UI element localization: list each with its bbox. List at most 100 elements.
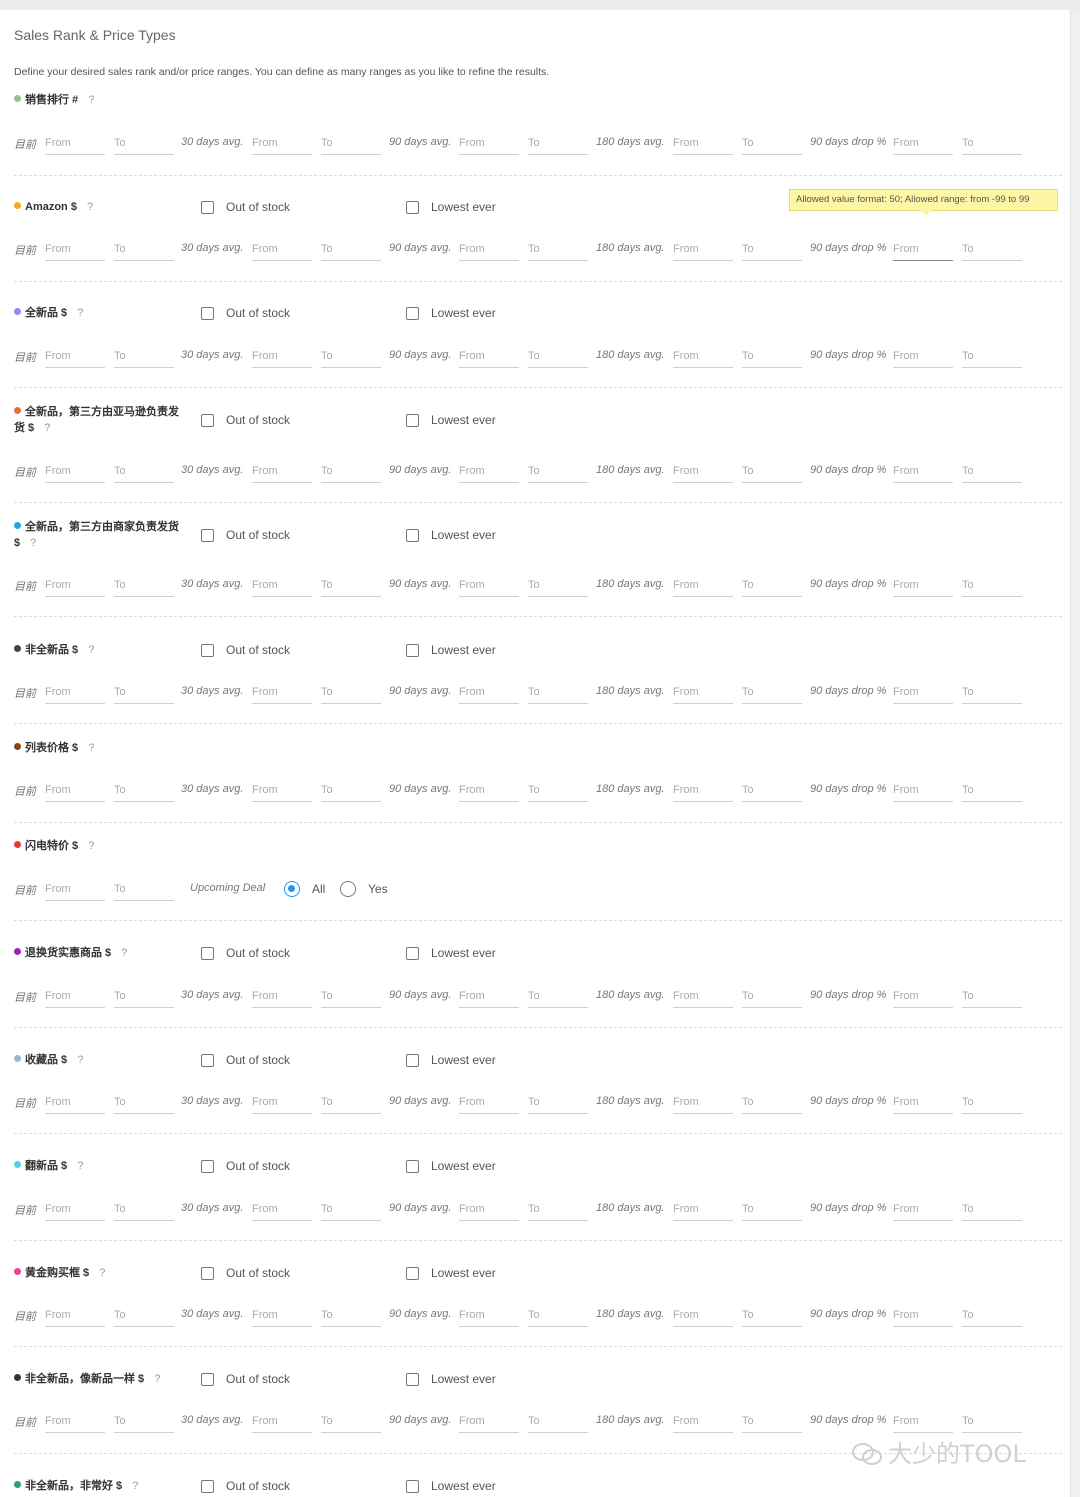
d180-from-input[interactable]: From xyxy=(673,987,733,1008)
d180-to-input[interactable]: To xyxy=(742,1200,802,1221)
current-from-input[interactable]: From xyxy=(45,1093,105,1114)
out-of-stock-checkbox[interactable]: Out of stock xyxy=(201,412,290,428)
out-of-stock-checkbox[interactable]: Out of stock xyxy=(201,305,290,321)
drop-from-input[interactable]: From xyxy=(893,576,953,597)
lowest-ever-checkbox[interactable]: Lowest ever xyxy=(406,642,496,658)
checkbox-icon[interactable] xyxy=(406,1373,419,1386)
drop-from-input[interactable]: From xyxy=(893,1412,953,1433)
checkbox-icon[interactable] xyxy=(406,529,419,542)
drop-from-input[interactable]: From xyxy=(893,987,953,1008)
help-icon[interactable]: ? xyxy=(88,94,94,106)
drop-from-input[interactable]: From xyxy=(893,683,953,704)
out-of-stock-checkbox[interactable]: Out of stock xyxy=(201,945,290,961)
out-of-stock-checkbox[interactable]: Out of stock xyxy=(201,1265,290,1281)
checkbox-icon[interactable] xyxy=(201,1054,214,1067)
help-icon[interactable]: ? xyxy=(88,644,94,656)
checkbox-icon[interactable] xyxy=(201,529,214,542)
current-from-input[interactable]: From xyxy=(45,347,105,368)
d30-to-input[interactable]: To xyxy=(321,987,381,1008)
checkbox-icon[interactable] xyxy=(406,201,419,214)
current-from-input[interactable]: From xyxy=(45,576,105,597)
current-to-input[interactable]: To xyxy=(114,1306,174,1327)
drop-to-input[interactable]: To xyxy=(962,1200,1022,1221)
d90-from-input[interactable]: From xyxy=(459,781,519,802)
d180-to-input[interactable]: To xyxy=(742,683,802,704)
lowest-ever-checkbox[interactable]: Lowest ever xyxy=(406,1371,496,1387)
current-to-input[interactable]: To xyxy=(114,134,174,155)
current-to-input[interactable]: To xyxy=(114,1412,174,1433)
d30-from-input[interactable]: From xyxy=(252,347,312,368)
drop-to-input[interactable]: To xyxy=(962,987,1022,1008)
d30-to-input[interactable]: To xyxy=(321,462,381,483)
lowest-ever-checkbox[interactable]: Lowest ever xyxy=(406,412,496,428)
d180-to-input[interactable]: To xyxy=(742,347,802,368)
checkbox-icon[interactable] xyxy=(406,644,419,657)
checkbox-icon[interactable] xyxy=(406,1267,419,1280)
d30-from-input[interactable]: From xyxy=(252,1412,312,1433)
out-of-stock-checkbox[interactable]: Out of stock xyxy=(201,1158,290,1174)
d30-to-input[interactable]: To xyxy=(321,1093,381,1114)
d180-to-input[interactable]: To xyxy=(742,1093,802,1114)
scrollbar-track[interactable] xyxy=(1071,10,1080,1497)
d180-to-input[interactable]: To xyxy=(742,134,802,155)
drop-to-input[interactable]: To xyxy=(962,576,1022,597)
d30-from-input[interactable]: From xyxy=(252,1306,312,1327)
checkbox-icon[interactable] xyxy=(406,307,419,320)
current-to-input[interactable]: To xyxy=(114,987,174,1008)
checkbox-icon[interactable] xyxy=(201,1267,214,1280)
help-icon[interactable]: ? xyxy=(77,307,83,319)
checkbox-icon[interactable] xyxy=(406,1160,419,1173)
checkbox-icon[interactable] xyxy=(201,947,214,960)
d90-from-input[interactable]: From xyxy=(459,134,519,155)
help-icon[interactable]: ? xyxy=(121,947,127,959)
d90-to-input[interactable]: To xyxy=(528,134,588,155)
d30-from-input[interactable]: From xyxy=(252,987,312,1008)
current-from-input[interactable]: From xyxy=(45,683,105,704)
out-of-stock-checkbox[interactable]: Out of stock xyxy=(201,1478,290,1494)
help-icon[interactable]: ? xyxy=(44,422,50,434)
checkbox-icon[interactable] xyxy=(406,414,419,427)
d90-to-input[interactable]: To xyxy=(528,1306,588,1327)
d90-to-input[interactable]: To xyxy=(528,987,588,1008)
d30-from-input[interactable]: From xyxy=(252,1093,312,1114)
d90-from-input[interactable]: From xyxy=(459,987,519,1008)
radio-all[interactable]: All xyxy=(284,881,325,897)
lowest-ever-checkbox[interactable]: Lowest ever xyxy=(406,1265,496,1281)
d180-from-input[interactable]: From xyxy=(673,683,733,704)
d30-to-input[interactable]: To xyxy=(321,1306,381,1327)
d90-to-input[interactable]: To xyxy=(528,1093,588,1114)
drop-from-input[interactable]: From xyxy=(893,1093,953,1114)
lowest-ever-checkbox[interactable]: Lowest ever xyxy=(406,1478,496,1494)
lowest-ever-checkbox[interactable]: Lowest ever xyxy=(406,945,496,961)
help-icon[interactable]: ? xyxy=(30,537,36,549)
out-of-stock-checkbox[interactable]: Out of stock xyxy=(201,1371,290,1387)
drop-from-input[interactable]: From xyxy=(893,781,953,802)
d90-from-input[interactable]: From xyxy=(459,1200,519,1221)
d90-to-input[interactable]: To xyxy=(528,1200,588,1221)
drop-to-input[interactable]: To xyxy=(962,1412,1022,1433)
d30-from-input[interactable]: From xyxy=(252,134,312,155)
d30-to-input[interactable]: To xyxy=(321,240,381,261)
current-to-input[interactable]: To xyxy=(114,880,174,901)
current-from-input[interactable]: From xyxy=(45,462,105,483)
radio-icon[interactable] xyxy=(340,881,356,897)
drop-from-input[interactable]: From xyxy=(893,462,953,483)
drop-to-input[interactable]: To xyxy=(962,1093,1022,1114)
lowest-ever-checkbox[interactable]: Lowest ever xyxy=(406,1052,496,1068)
checkbox-icon[interactable] xyxy=(201,201,214,214)
d30-to-input[interactable]: To xyxy=(321,1412,381,1433)
d180-from-input[interactable]: From xyxy=(673,1200,733,1221)
out-of-stock-checkbox[interactable]: Out of stock xyxy=(201,199,290,215)
help-icon[interactable]: ? xyxy=(154,1373,160,1385)
checkbox-icon[interactable] xyxy=(406,947,419,960)
lowest-ever-checkbox[interactable]: Lowest ever xyxy=(406,1158,496,1174)
current-to-input[interactable]: To xyxy=(114,462,174,483)
d90-from-input[interactable]: From xyxy=(459,240,519,261)
d30-from-input[interactable]: From xyxy=(252,576,312,597)
d30-to-input[interactable]: To xyxy=(321,683,381,704)
d90-to-input[interactable]: To xyxy=(528,781,588,802)
d30-from-input[interactable]: From xyxy=(252,683,312,704)
d90-to-input[interactable]: To xyxy=(528,576,588,597)
checkbox-icon[interactable] xyxy=(201,307,214,320)
out-of-stock-checkbox[interactable]: Out of stock xyxy=(201,527,290,543)
